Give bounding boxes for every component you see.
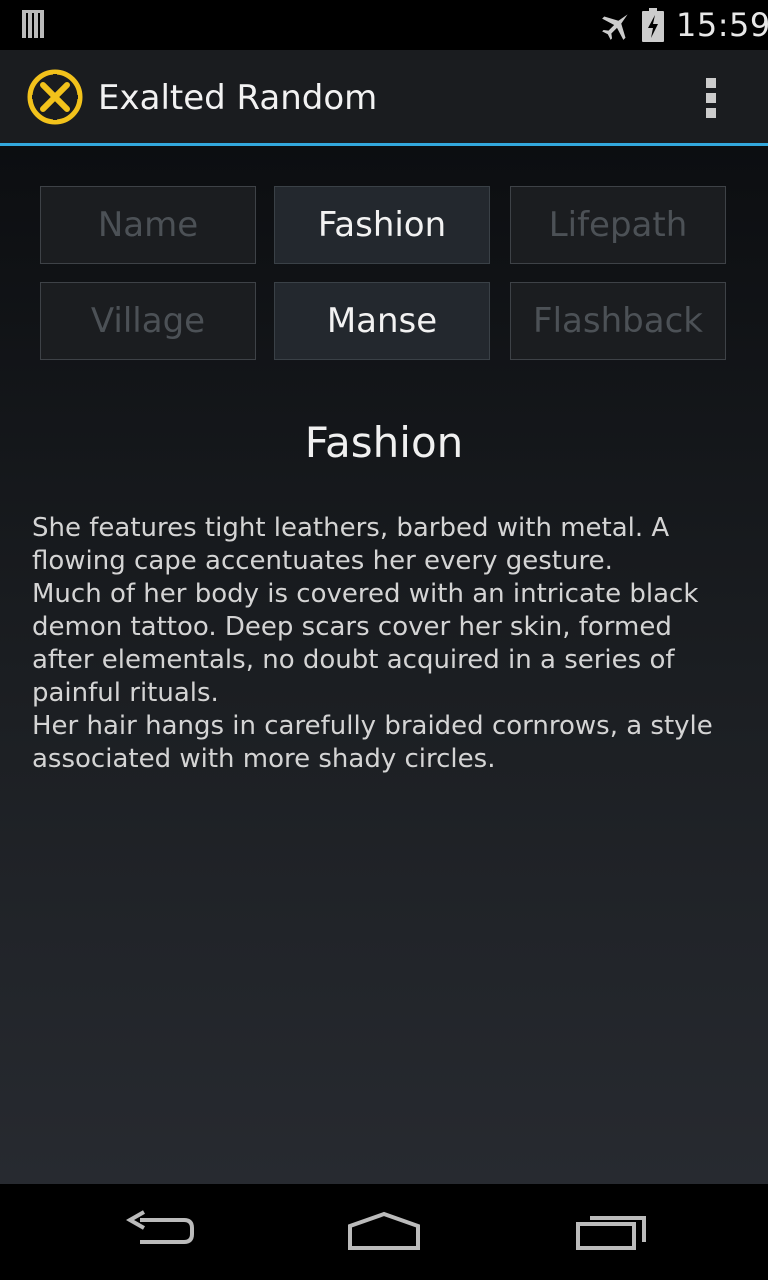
tab-lifepath[interactable]: Lifepath [510, 186, 726, 264]
section-title: Fashion [304, 418, 464, 467]
tab-manse[interactable]: Manse [274, 282, 490, 360]
recent-apps-icon[interactable] [572, 1206, 652, 1256]
tab-flashback[interactable]: Flashback [510, 282, 726, 360]
airplane-mode-icon [602, 14, 628, 40]
clock: 15:59 [676, 6, 768, 44]
tab-village[interactable]: Village [40, 282, 256, 360]
overflow-menu-icon[interactable] [700, 76, 724, 120]
app-logo-icon[interactable] [26, 68, 84, 126]
home-icon[interactable] [344, 1206, 424, 1256]
description-paragraph: Her hair hangs in carefully braided corn… [32, 711, 713, 774]
tab-fashion[interactable]: Fashion [274, 186, 490, 264]
description-paragraph: Much of her body is covered with an intr… [32, 579, 699, 708]
main-content: Name Fashion Lifepath Village Manse Flas… [0, 146, 768, 1184]
back-icon[interactable] [122, 1206, 202, 1256]
action-bar: Exalted Random [0, 50, 768, 146]
navigation-bar [0, 1184, 768, 1280]
description-text: She features tight leathers, barbed with… [32, 512, 732, 776]
tab-name[interactable]: Name [40, 186, 256, 264]
description-paragraph: She features tight leathers, barbed with… [32, 513, 670, 576]
battery-charging-icon [642, 8, 664, 42]
status-bar: 15:59 [0, 0, 768, 50]
notification-icon [22, 10, 44, 38]
app-title: Exalted Random [98, 78, 378, 118]
